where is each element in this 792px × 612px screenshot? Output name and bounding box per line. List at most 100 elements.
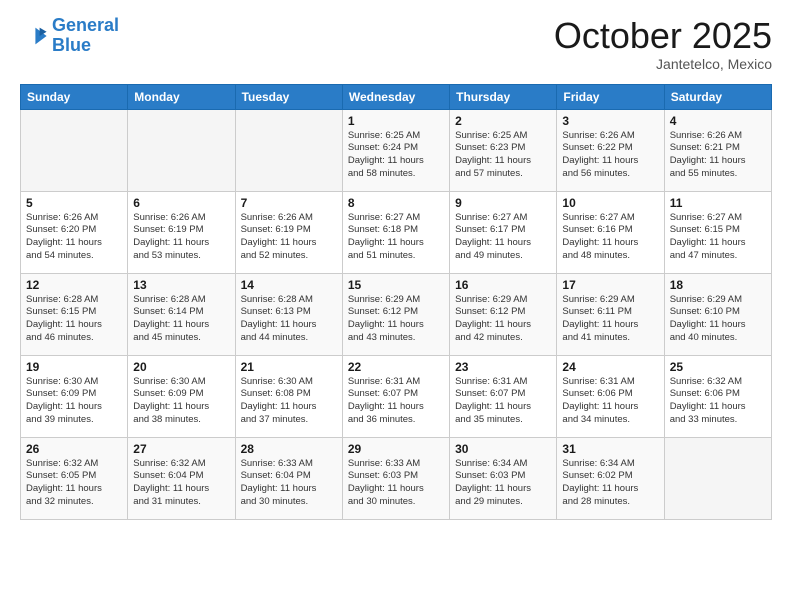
day-info: Sunrise: 6:33 AM Sunset: 6:04 PM Dayligh…: [241, 458, 337, 509]
day-info: Sunrise: 6:33 AM Sunset: 6:03 PM Dayligh…: [348, 458, 444, 509]
month-title: October 2025: [554, 16, 772, 56]
week-row-2: 12 Sunrise: 6:28 AM Sunset: 6:15 PM Dayli…: [21, 273, 772, 355]
calendar-cell: 18 Sunrise: 6:29 AM Sunset: 6:10 PM Dayli…: [664, 273, 771, 355]
day-info: Sunrise: 6:28 AM Sunset: 6:13 PM Dayligh…: [241, 294, 337, 345]
location-subtitle: Jantetelco, Mexico: [554, 56, 772, 72]
day-info: Sunrise: 6:26 AM Sunset: 6:22 PM Dayligh…: [562, 130, 658, 181]
header-day-sunday: Sunday: [21, 84, 128, 109]
day-number: 2: [455, 114, 551, 128]
calendar-cell: 12 Sunrise: 6:28 AM Sunset: 6:15 PM Dayli…: [21, 273, 128, 355]
day-info: Sunrise: 6:34 AM Sunset: 6:03 PM Dayligh…: [455, 458, 551, 509]
logo: General Blue: [20, 16, 119, 56]
calendar-cell: 17Sunrise: 6:29 AM Sunset: 6:11 PM Dayli…: [557, 273, 664, 355]
calendar-cell: 6Sunrise: 6:26 AM Sunset: 6:19 PM Daylig…: [128, 191, 235, 273]
day-info: Sunrise: 6:31 AM Sunset: 6:07 PM Dayligh…: [455, 376, 551, 427]
calendar-cell: 10 Sunrise: 6:27 AM Sunset: 6:16 PM Dayli…: [557, 191, 664, 273]
calendar-table: SundayMondayTuesdayWednesdayThursdayFrid…: [20, 84, 772, 520]
calendar-cell: 29 Sunrise: 6:33 AM Sunset: 6:03 PM Dayli…: [342, 437, 449, 519]
day-info: Sunrise: 6:29 AM Sunset: 6:12 PM Dayligh…: [455, 294, 551, 345]
page: General Blue October 2025 Jantetelco, Me…: [0, 0, 792, 530]
day-number: 29: [348, 442, 444, 456]
header-day-wednesday: Wednesday: [342, 84, 449, 109]
day-number: 12: [26, 278, 122, 292]
title-block: October 2025 Jantetelco, Mexico: [554, 16, 772, 72]
day-info: Sunrise: 6:32 AM Sunset: 6:04 PM Dayligh…: [133, 458, 229, 509]
day-info: Sunrise: 6:31 AM Sunset: 6:07 PM Dayligh…: [348, 376, 444, 427]
day-number: 21: [241, 360, 337, 374]
day-number: 31: [562, 442, 658, 456]
day-info: Sunrise: 6:32 AM Sunset: 6:06 PM Dayligh…: [670, 376, 766, 427]
day-info: Sunrise: 6:27 AM Sunset: 6:15 PM Dayligh…: [670, 212, 766, 263]
day-info: Sunrise: 6:30 AM Sunset: 6:09 PM Dayligh…: [133, 376, 229, 427]
day-number: 8: [348, 196, 444, 210]
calendar-cell: 8 Sunrise: 6:27 AM Sunset: 6:18 PM Daylig…: [342, 191, 449, 273]
calendar-cell: 16Sunrise: 6:29 AM Sunset: 6:12 PM Dayli…: [450, 273, 557, 355]
calendar-cell: 4 Sunrise: 6:26 AM Sunset: 6:21 PM Daylig…: [664, 109, 771, 191]
day-info: Sunrise: 6:27 AM Sunset: 6:16 PM Dayligh…: [562, 212, 658, 263]
calendar-cell: 9 Sunrise: 6:27 AM Sunset: 6:17 PM Daylig…: [450, 191, 557, 273]
day-info: Sunrise: 6:28 AM Sunset: 6:14 PM Dayligh…: [133, 294, 229, 345]
logo-general: General: [52, 15, 119, 35]
day-info: Sunrise: 6:27 AM Sunset: 6:18 PM Dayligh…: [348, 212, 444, 263]
day-number: 13: [133, 278, 229, 292]
calendar-header: SundayMondayTuesdayWednesdayThursdayFrid…: [21, 84, 772, 109]
calendar-cell: 20 Sunrise: 6:30 AM Sunset: 6:09 PM Dayli…: [128, 355, 235, 437]
calendar-cell: 11Sunrise: 6:27 AM Sunset: 6:15 PM Dayli…: [664, 191, 771, 273]
day-info: Sunrise: 6:29 AM Sunset: 6:11 PM Dayligh…: [562, 294, 658, 345]
calendar-cell: 13 Sunrise: 6:28 AM Sunset: 6:14 PM Dayli…: [128, 273, 235, 355]
day-info: Sunrise: 6:30 AM Sunset: 6:08 PM Dayligh…: [241, 376, 337, 427]
header-day-friday: Friday: [557, 84, 664, 109]
calendar-cell: 1Sunrise: 6:25 AM Sunset: 6:24 PM Daylig…: [342, 109, 449, 191]
day-number: 4: [670, 114, 766, 128]
day-number: 20: [133, 360, 229, 374]
day-number: 18: [670, 278, 766, 292]
day-number: 24: [562, 360, 658, 374]
week-row-0: 1Sunrise: 6:25 AM Sunset: 6:24 PM Daylig…: [21, 109, 772, 191]
calendar-cell: 26Sunrise: 6:32 AM Sunset: 6:05 PM Dayli…: [21, 437, 128, 519]
day-number: 9: [455, 196, 551, 210]
day-number: 22: [348, 360, 444, 374]
day-info: Sunrise: 6:30 AM Sunset: 6:09 PM Dayligh…: [26, 376, 122, 427]
day-info: Sunrise: 6:29 AM Sunset: 6:10 PM Dayligh…: [670, 294, 766, 345]
day-number: 10: [562, 196, 658, 210]
calendar-cell: 15Sunrise: 6:29 AM Sunset: 6:12 PM Dayli…: [342, 273, 449, 355]
day-number: 19: [26, 360, 122, 374]
day-info: Sunrise: 6:26 AM Sunset: 6:19 PM Dayligh…: [241, 212, 337, 263]
day-info: Sunrise: 6:25 AM Sunset: 6:24 PM Dayligh…: [348, 130, 444, 181]
day-info: Sunrise: 6:29 AM Sunset: 6:12 PM Dayligh…: [348, 294, 444, 345]
day-info: Sunrise: 6:28 AM Sunset: 6:15 PM Dayligh…: [26, 294, 122, 345]
calendar-body: 1Sunrise: 6:25 AM Sunset: 6:24 PM Daylig…: [21, 109, 772, 519]
day-number: 7: [241, 196, 337, 210]
calendar-cell: 22 Sunrise: 6:31 AM Sunset: 6:07 PM Dayli…: [342, 355, 449, 437]
calendar-cell: 31 Sunrise: 6:34 AM Sunset: 6:02 PM Dayli…: [557, 437, 664, 519]
header-day-thursday: Thursday: [450, 84, 557, 109]
day-info: Sunrise: 6:27 AM Sunset: 6:17 PM Dayligh…: [455, 212, 551, 263]
calendar-cell: 3Sunrise: 6:26 AM Sunset: 6:22 PM Daylig…: [557, 109, 664, 191]
calendar-cell: 30Sunrise: 6:34 AM Sunset: 6:03 PM Dayli…: [450, 437, 557, 519]
calendar-cell: 23 Sunrise: 6:31 AM Sunset: 6:07 PM Dayli…: [450, 355, 557, 437]
calendar-cell: 19 Sunrise: 6:30 AM Sunset: 6:09 PM Dayli…: [21, 355, 128, 437]
header: General Blue October 2025 Jantetelco, Me…: [20, 16, 772, 72]
day-number: 27: [133, 442, 229, 456]
day-number: 28: [241, 442, 337, 456]
day-info: Sunrise: 6:26 AM Sunset: 6:19 PM Dayligh…: [133, 212, 229, 263]
day-info: Sunrise: 6:26 AM Sunset: 6:20 PM Dayligh…: [26, 212, 122, 263]
day-number: 23: [455, 360, 551, 374]
calendar-cell: 25 Sunrise: 6:32 AM Sunset: 6:06 PM Dayli…: [664, 355, 771, 437]
day-info: Sunrise: 6:31 AM Sunset: 6:06 PM Dayligh…: [562, 376, 658, 427]
calendar-cell: [664, 437, 771, 519]
header-day-saturday: Saturday: [664, 84, 771, 109]
day-number: 14: [241, 278, 337, 292]
calendar-cell: 28 Sunrise: 6:33 AM Sunset: 6:04 PM Dayli…: [235, 437, 342, 519]
day-number: 25: [670, 360, 766, 374]
week-row-4: 26Sunrise: 6:32 AM Sunset: 6:05 PM Dayli…: [21, 437, 772, 519]
day-number: 26: [26, 442, 122, 456]
day-info: Sunrise: 6:26 AM Sunset: 6:21 PM Dayligh…: [670, 130, 766, 181]
calendar-cell: 14 Sunrise: 6:28 AM Sunset: 6:13 PM Dayli…: [235, 273, 342, 355]
calendar-cell: 7 Sunrise: 6:26 AM Sunset: 6:19 PM Daylig…: [235, 191, 342, 273]
day-info: Sunrise: 6:34 AM Sunset: 6:02 PM Dayligh…: [562, 458, 658, 509]
day-info: Sunrise: 6:25 AM Sunset: 6:23 PM Dayligh…: [455, 130, 551, 181]
calendar-cell: 24 Sunrise: 6:31 AM Sunset: 6:06 PM Dayli…: [557, 355, 664, 437]
day-number: 5: [26, 196, 122, 210]
calendar-cell: [235, 109, 342, 191]
